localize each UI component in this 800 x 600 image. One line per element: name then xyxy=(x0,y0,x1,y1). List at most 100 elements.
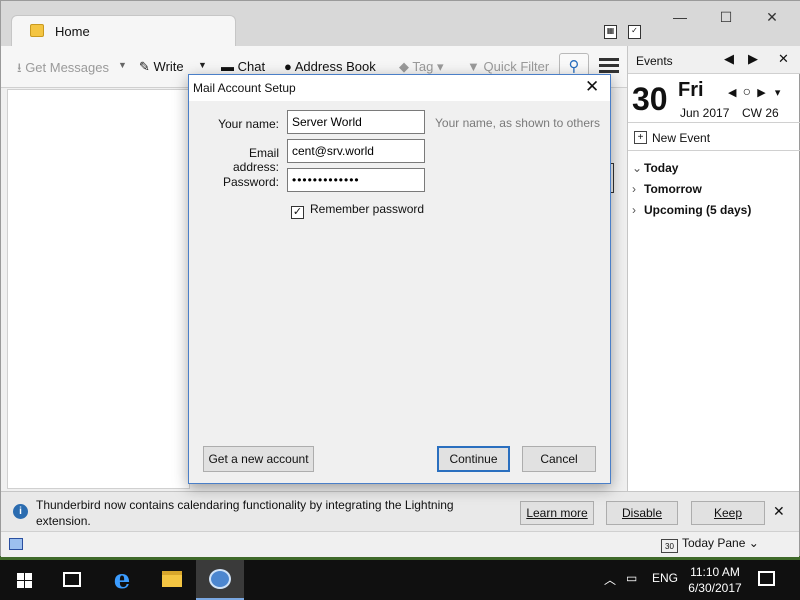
quick-filter-label: Quick Filter xyxy=(483,59,550,74)
task-view-icon xyxy=(63,572,81,587)
address-book-label: Address Book xyxy=(294,59,376,74)
get-messages-button[interactable]: ⭳ Get Messages xyxy=(17,59,109,77)
dialog-title-bar: Mail Account Setup ✕ xyxy=(189,75,610,101)
cancel-button[interactable]: Cancel xyxy=(522,446,596,472)
day-navigation: ◀ ○ ▶ ▾ xyxy=(728,83,780,99)
dialog-close-button[interactable]: ✕ xyxy=(585,77,599,97)
new-event-button[interactable]: + New Event xyxy=(628,124,800,151)
continue-button[interactable]: Continue xyxy=(437,446,510,472)
thunderbird-taskbar-button[interactable] xyxy=(196,560,244,600)
get-messages-label: Get Messages xyxy=(25,60,110,75)
chat-bubble-icon: ▬ xyxy=(221,59,234,74)
keep-button[interactable]: Keep xyxy=(691,501,765,525)
email-label: Email address: xyxy=(232,146,279,174)
person-icon: ● xyxy=(284,59,292,74)
today-icon[interactable]: ○ xyxy=(743,83,751,99)
notification-message: Thunderbird now contains calendaring fun… xyxy=(36,498,454,528)
tag-label: Tag xyxy=(412,59,434,74)
edge-icon: e xyxy=(113,565,131,595)
title-bar: Home ▦ ✓ — ☐ ✕ xyxy=(1,1,800,46)
clock[interactable]: 11:10 AM 6/30/2017 xyxy=(680,564,750,596)
agenda-upcoming-label: Upcoming (5 days) xyxy=(644,203,752,217)
close-pane-icon[interactable]: ✕ xyxy=(778,51,789,67)
network-status-icon[interactable] xyxy=(9,538,23,550)
folder-pane xyxy=(7,89,190,489)
agenda-tomorrow[interactable]: › Tomorrow xyxy=(632,182,702,196)
next-day-icon[interactable]: ▶ xyxy=(757,87,765,99)
chevron-up-icon[interactable]: ︿ xyxy=(604,571,616,588)
clock-time: 11:10 AM xyxy=(690,565,740,579)
calendar-week: CW 26 xyxy=(742,106,779,120)
month-year: Jun 2017 xyxy=(680,106,730,120)
network-icon[interactable]: ▭ xyxy=(626,571,637,585)
get-new-account-button[interactable]: Get a new account xyxy=(203,446,314,472)
tag-icon: ◆ xyxy=(399,59,409,74)
search-icon: ⚲ xyxy=(568,58,580,75)
write-dropdown-icon[interactable]: ▼ xyxy=(198,60,207,70)
next-mode-icon[interactable]: ▶ xyxy=(748,51,758,67)
password-label: Password: xyxy=(222,175,279,189)
new-event-label: New Event xyxy=(652,131,711,145)
name-hint: Your name, as shown to others xyxy=(435,116,600,130)
agenda-today[interactable]: ⌄ Today xyxy=(632,161,678,175)
today-pane-label: Today Pane xyxy=(682,536,746,550)
tab-home[interactable]: Home xyxy=(11,15,236,46)
agenda-today-label: Today xyxy=(644,161,679,175)
window-close-button[interactable]: ✕ xyxy=(757,7,787,27)
remember-password-checkbox[interactable]: ✓ Remember password xyxy=(291,202,424,219)
events-header: Events ◀ ▶ ✕ xyxy=(628,46,800,74)
tab-home-label: Home xyxy=(55,24,90,39)
learn-more-button[interactable]: Learn more xyxy=(520,501,594,525)
clock-date: 6/30/2017 xyxy=(688,581,742,595)
file-explorer-button[interactable] xyxy=(148,560,196,600)
disable-button[interactable]: Disable xyxy=(606,501,678,525)
agenda-upcoming[interactable]: › Upcoming (5 days) xyxy=(632,203,751,217)
remember-password-label: Remember password xyxy=(310,202,425,216)
language-indicator[interactable]: ENG xyxy=(652,571,678,585)
taskbar: e ︿ ▭ ENG 11:10 AM 6/30/2017 xyxy=(0,560,800,600)
previous-mode-icon[interactable]: ◀ xyxy=(724,51,734,67)
previous-day-icon[interactable]: ◀ xyxy=(728,87,736,99)
events-title: Events xyxy=(636,54,673,68)
password-field[interactable] xyxy=(287,168,425,192)
maximize-button[interactable]: ☐ xyxy=(711,7,741,27)
mail-account-setup-dialog: Mail Account Setup ✕ Your name: Your nam… xyxy=(188,74,611,484)
agenda-tomorrow-label: Tomorrow xyxy=(644,182,702,196)
pencil-icon: ✎ xyxy=(139,59,150,74)
chevron-down-icon: ⌄ xyxy=(748,536,759,550)
chevron-right-icon: › xyxy=(632,182,636,196)
write-label: Write xyxy=(153,59,184,74)
folder-icon xyxy=(162,571,182,587)
write-button[interactable]: ✎ Write xyxy=(139,59,184,77)
get-messages-dropdown-icon[interactable]: ▼ xyxy=(118,60,127,70)
tasks-tab-icon[interactable]: ✓ xyxy=(628,25,641,39)
new-event-icon: + xyxy=(634,131,647,144)
calendar-icon: 30 xyxy=(661,539,678,553)
download-icon: ⭳ xyxy=(17,60,22,75)
close-icon[interactable]: ✕ xyxy=(773,503,785,520)
edge-button[interactable]: e xyxy=(98,560,146,600)
filter-icon: ▼ xyxy=(467,59,480,74)
day-number: 30 xyxy=(632,81,668,117)
name-label: Your name: xyxy=(218,117,279,131)
date-display: 30 Fri ◀ ○ ▶ ▾ Jun 2017 CW 26 xyxy=(628,75,800,123)
folder-icon xyxy=(30,24,44,37)
collapse-icon[interactable]: ▾ xyxy=(775,87,781,99)
today-pane: Events ◀ ▶ ✕ 30 Fri ◀ ○ ▶ ▾ Jun 2017 CW … xyxy=(627,46,800,491)
minimize-button[interactable]: — xyxy=(665,7,695,27)
status-bar: 30 Today Pane ⌄ xyxy=(1,531,799,557)
chevron-right-icon: › xyxy=(632,203,636,217)
calendar-tab-icon[interactable]: ▦ xyxy=(604,25,617,39)
info-icon: i xyxy=(13,504,28,519)
checkmark-icon: ✓ xyxy=(291,206,304,219)
notification-bar: i Thunderbird now contains calendaring f… xyxy=(1,491,799,531)
today-pane-toggle[interactable]: 30 Today Pane ⌄ xyxy=(661,536,759,553)
name-field[interactable] xyxy=(287,110,425,134)
task-view-button[interactable] xyxy=(48,560,96,600)
dialog-title: Mail Account Setup xyxy=(193,81,296,95)
chevron-down-icon: ⌄ xyxy=(632,161,643,175)
email-field[interactable] xyxy=(287,139,425,163)
action-center-icon[interactable] xyxy=(758,571,775,586)
chat-label: Chat xyxy=(237,59,266,74)
start-button[interactable] xyxy=(0,560,48,600)
